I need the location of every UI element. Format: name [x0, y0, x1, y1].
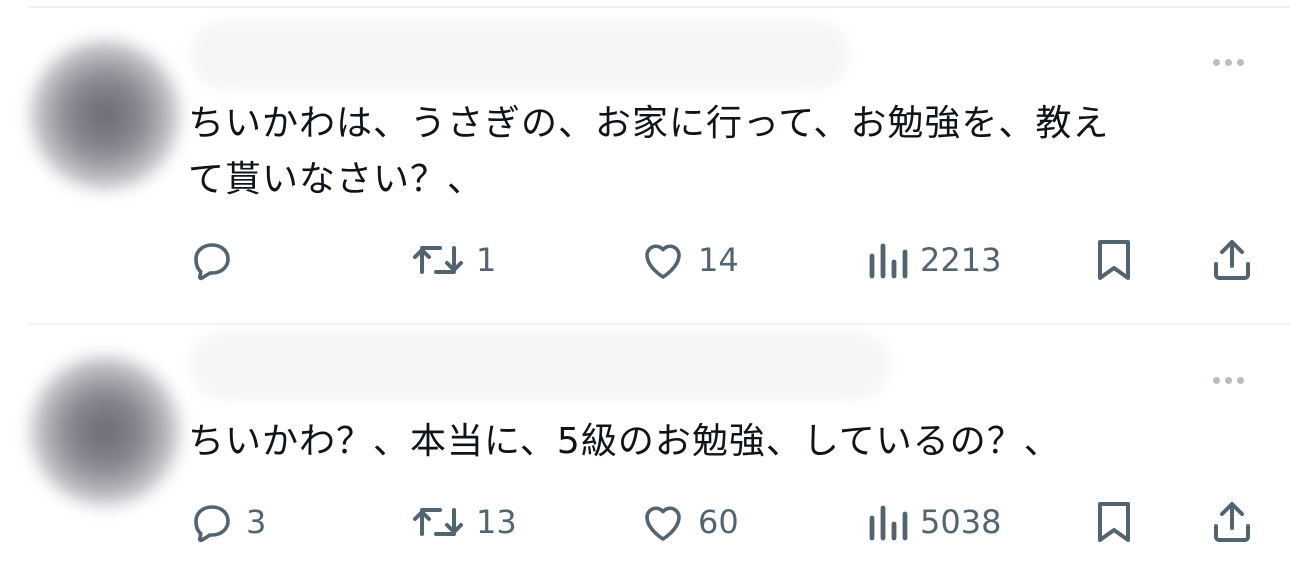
- reply-count: 3: [246, 503, 267, 541]
- share-icon: [1214, 240, 1250, 280]
- views-chart-icon: [869, 505, 908, 541]
- like-button[interactable]: 14: [638, 230, 739, 290]
- redacted-username: [190, 20, 850, 90]
- top-divider: [28, 6, 1290, 8]
- views-chart-icon: [869, 243, 908, 279]
- retweet-count: 13: [476, 503, 517, 541]
- bookmark-button[interactable]: [1094, 230, 1134, 290]
- tweet-actions: 3 13 60 5038: [0, 492, 1290, 552]
- reply-icon: [194, 505, 230, 543]
- view-count: 5038: [920, 503, 1002, 541]
- heart-icon: [645, 506, 681, 541]
- like-count: 60: [698, 503, 739, 541]
- heart-icon: [645, 244, 681, 279]
- retweet-button[interactable]: 13: [410, 492, 517, 552]
- retweet-count: 1: [476, 241, 497, 279]
- retweet-button[interactable]: 1: [410, 230, 496, 290]
- bookmark-icon: [1098, 240, 1130, 280]
- tweet-text: ちいかわ？、本当に、5級のお勉強、しているの？、: [188, 421, 1061, 462]
- like-button[interactable]: 60: [638, 492, 739, 552]
- avatar[interactable]: [30, 40, 180, 190]
- view-count: 2213: [920, 241, 1002, 279]
- reply-button[interactable]: [188, 230, 246, 290]
- like-count: 14: [698, 241, 739, 279]
- redacted-username: [190, 330, 890, 400]
- reply-button[interactable]: 3: [188, 492, 266, 552]
- more-options-button[interactable]: [1213, 59, 1244, 66]
- views-button[interactable]: 2213: [866, 230, 1001, 290]
- bookmark-icon: [1098, 502, 1130, 542]
- tweet-actions: 1 14 2213: [0, 230, 1290, 290]
- tweet-text: ちいかわは、うさぎの、お家に行って、お勉強を、教え て貰いなさい？、: [188, 103, 1110, 200]
- reply-icon: [194, 243, 230, 281]
- share-button[interactable]: [1208, 230, 1256, 290]
- more-options-button[interactable]: [1213, 377, 1244, 384]
- share-button[interactable]: [1208, 492, 1256, 552]
- more-dots-icon: [1213, 59, 1220, 66]
- avatar[interactable]: [30, 356, 180, 506]
- more-dots-icon: [1213, 377, 1220, 384]
- bookmark-button[interactable]: [1094, 492, 1134, 552]
- share-icon: [1214, 502, 1250, 542]
- tweet-divider: [28, 323, 1290, 325]
- retweet-icon: [413, 246, 463, 274]
- retweet-icon: [413, 508, 463, 536]
- views-button[interactable]: 5038: [866, 492, 1001, 552]
